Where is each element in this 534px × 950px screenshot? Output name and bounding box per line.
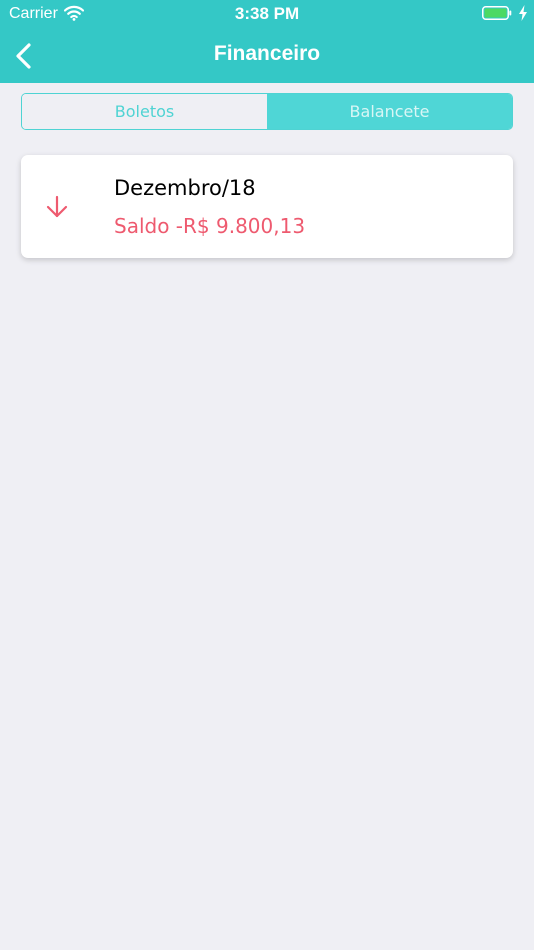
balance-month: Dezembro/18 [114,176,256,200]
status-time: 3:38 PM [234,4,300,23]
balance-amount: Saldo -R$ 9.800,13 [114,214,306,238]
navigation-bar: Financeiro [0,28,534,83]
page-title: Financeiro [213,42,321,65]
segmented-control: Boletos Balancete [21,93,513,130]
tab-balancete[interactable]: Balancete [267,94,512,129]
tab-boletos[interactable]: Boletos [22,94,267,129]
status-bar: Carrier 3:38 PM [0,0,534,28]
charging-bolt-icon [519,5,527,21]
arrow-down-icon [46,195,68,218]
balance-card[interactable]: Dezembro/18 Saldo -R$ 9.800,13 [21,155,513,258]
header: Carrier 3:38 PM Financeiro [0,0,534,83]
battery-icon [482,6,512,20]
